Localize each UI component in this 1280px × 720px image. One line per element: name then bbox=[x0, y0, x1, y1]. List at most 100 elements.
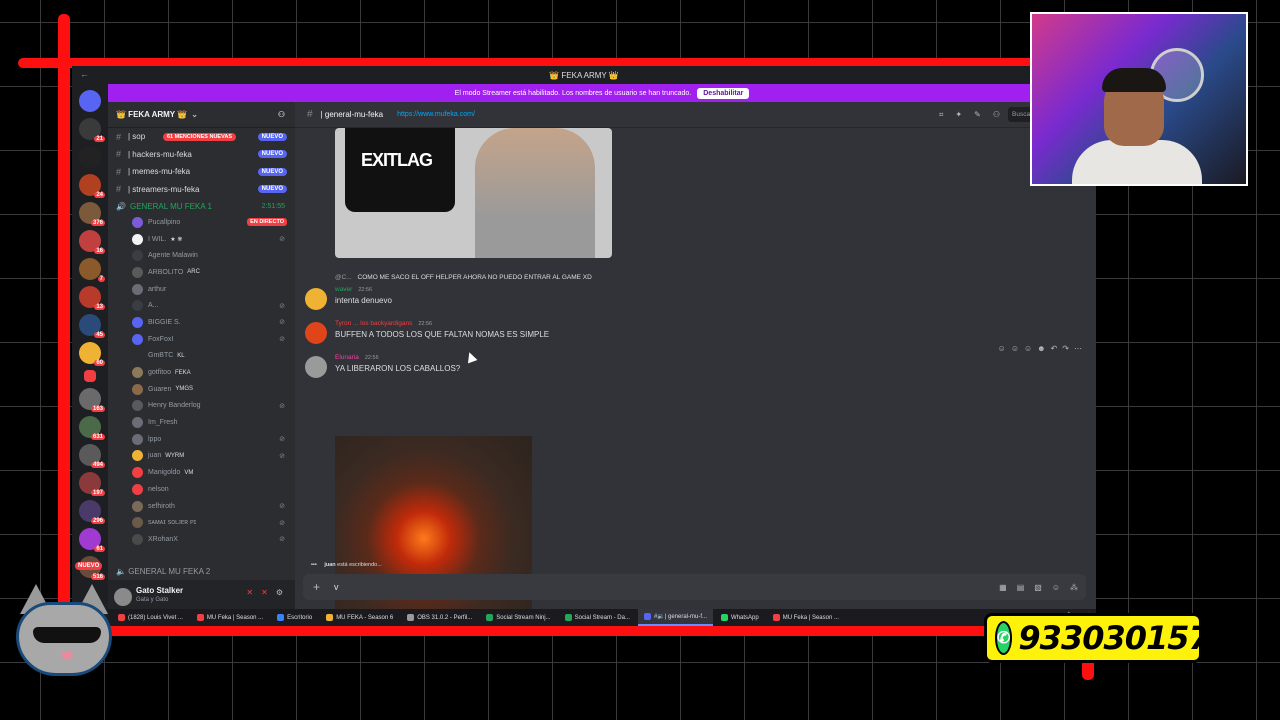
taskbar-item[interactable]: WhatsApp bbox=[715, 609, 765, 626]
reaction-icon[interactable]: ☺ bbox=[998, 344, 1006, 353]
reaction-icon[interactable]: ☺ bbox=[1011, 344, 1019, 353]
more-icon[interactable]: ⋯ bbox=[1074, 344, 1082, 353]
voice-user[interactable]: Agente Malawin bbox=[108, 247, 295, 264]
avatar bbox=[132, 316, 143, 328]
gear-icon[interactable]: ⚙ bbox=[276, 588, 283, 597]
plus-icon[interactable]: + bbox=[313, 580, 320, 594]
voice-user[interactable]: ARBOLITO ARC bbox=[108, 264, 295, 281]
add-reaction-icon[interactable]: ☻ bbox=[1037, 344, 1045, 353]
voice-user[interactable]: FoxFoxI ⊘ bbox=[108, 331, 295, 348]
apps-icon[interactable]: ⁂ bbox=[1070, 583, 1078, 592]
back-arrow-icon[interactable]: ← bbox=[80, 69, 89, 79]
gift-icon[interactable]: ▦ bbox=[999, 583, 1007, 592]
reply-icon[interactable]: ↶ bbox=[1051, 344, 1058, 353]
voice-user[interactable]: Im_Fresh bbox=[108, 414, 295, 431]
voice-user-name: nelson bbox=[148, 485, 169, 493]
notification-icon[interactable]: ✦ bbox=[955, 110, 962, 120]
reaction-icon[interactable]: ☺ bbox=[1024, 344, 1032, 353]
avatar[interactable] bbox=[305, 356, 327, 378]
server-icon[interactable]: 494 bbox=[79, 444, 105, 468]
voice-user[interactable]: nelson bbox=[108, 481, 295, 498]
voice-user[interactable]: A... ⊘ bbox=[108, 297, 295, 314]
voice-user-name: Pucallpino bbox=[148, 218, 181, 226]
avatar[interactable] bbox=[305, 288, 327, 310]
taskbar-item[interactable]: MU FEKA - Season 6 bbox=[320, 609, 399, 626]
voice-user[interactable]: gotfitoo FEKA bbox=[108, 364, 295, 381]
person-hair-shape bbox=[1102, 68, 1166, 92]
message-composer[interactable]: + v ▦ ▤ ▧ ☺ ⁂ bbox=[303, 574, 1086, 600]
forward-icon[interactable]: ↷ bbox=[1062, 344, 1069, 353]
voice-user[interactable]: arthur bbox=[108, 281, 295, 298]
emoji-icon[interactable]: ☺ bbox=[1052, 583, 1060, 592]
channel-topic-link[interactable]: https://www.mufeka.com/ bbox=[397, 111, 475, 118]
taskbar-item[interactable]: MU Feka | Season ... bbox=[191, 609, 269, 626]
guild-header[interactable]: 👑 FEKA ARMY 👑 ⌄ ⚇ bbox=[108, 102, 295, 128]
voice-user[interactable]: Pucallpino EN DIRECTO bbox=[108, 214, 295, 231]
server-icon[interactable]: 60 bbox=[79, 342, 105, 366]
voice-user[interactable]: Guaren YMGS bbox=[108, 381, 295, 398]
taskbar-item-label: Escritorio bbox=[287, 614, 313, 621]
voice-timer: 2:51:55 bbox=[261, 202, 285, 210]
voice-user[interactable]: I WIL. ★ ❋ ⊘ bbox=[108, 231, 295, 248]
message-author[interactable]: waver 22:56 bbox=[335, 286, 372, 293]
server-icon[interactable]: 16 bbox=[79, 230, 105, 254]
message-author[interactable]: Elunaria 22:56 bbox=[335, 354, 379, 361]
pin-icon[interactable]: ✎ bbox=[974, 110, 981, 120]
server-icon[interactable]: 296 bbox=[79, 500, 105, 524]
avatar bbox=[132, 533, 143, 545]
avatar[interactable] bbox=[305, 322, 327, 344]
taskbar-item[interactable]: OBS 31.0.2 - Perfil... bbox=[401, 609, 478, 626]
server-icon[interactable]: 376 bbox=[79, 202, 105, 226]
members-icon[interactable]: ⚇ bbox=[993, 110, 1000, 120]
server-icon[interactable]: 631 bbox=[79, 416, 105, 440]
reply-preview[interactable]: @C... COMO ME SACO EL OFF HELPER AHORA N… bbox=[335, 274, 592, 281]
voice-user[interactable]: lppo ⊘ bbox=[108, 431, 295, 448]
voice-user[interactable]: XRohanX ⊘ bbox=[108, 531, 295, 548]
taskbar-item[interactable]: Social Stream Ninj... bbox=[480, 609, 556, 626]
headphones-muted-icon[interactable]: ✕ bbox=[261, 588, 268, 597]
server-icon[interactable]: 61 bbox=[79, 528, 105, 552]
taskbar-item[interactable]: (1828) Louis Vivet ... bbox=[112, 609, 189, 626]
voice-user[interactable]: Henry Banderlog ⊘ bbox=[108, 398, 295, 415]
attached-image[interactable]: EXITLAG bbox=[335, 128, 612, 258]
server-icon[interactable]: 197 bbox=[79, 472, 105, 496]
channel-item[interactable]: # | hackers-mu-feka NUEVO bbox=[108, 146, 295, 164]
server-icon[interactable]: 13 bbox=[79, 286, 105, 310]
voice-user[interactable]: sefhiroth ⊘ bbox=[108, 498, 295, 515]
taskbar-item[interactable]: Social Stream - Da... bbox=[559, 609, 636, 626]
disable-streamer-button[interactable]: Deshabilitar bbox=[697, 87, 750, 99]
server-icon[interactable]: 163 bbox=[79, 388, 105, 412]
server-icon[interactable] bbox=[84, 370, 96, 382]
composer-value[interactable]: v bbox=[334, 582, 339, 592]
server-icon[interactable]: 21 bbox=[79, 118, 105, 142]
taskbar-item[interactable]: #🔉| general-mu-f... bbox=[637, 609, 714, 626]
voice-user[interactable]: Manigoldo VM bbox=[108, 464, 295, 481]
server-icon[interactable] bbox=[79, 146, 101, 168]
voice-user[interactable]: BIGGIE S. ⊘ bbox=[108, 314, 295, 331]
cat-avatar-overlay bbox=[6, 580, 116, 680]
server-icon[interactable]: 45 bbox=[79, 314, 105, 338]
voice-user[interactable]: sᴀᴍᴀɪ sᴏʟᴊᴇʀ ᴘɪ ⊘ bbox=[108, 514, 295, 531]
speaker-icon: 🔊 bbox=[116, 201, 126, 211]
channel-item[interactable]: # | streamers-mu-feka NUEVO bbox=[108, 181, 295, 199]
server-icon[interactable]: 24 bbox=[79, 174, 105, 198]
channel-item[interactable]: # | memes-mu-feka NUEVO bbox=[108, 163, 295, 181]
gif-icon[interactable]: ▤ bbox=[1017, 583, 1025, 592]
speaker-icon: 🔈 bbox=[116, 567, 129, 576]
voice-user[interactable]: GmBTC KL bbox=[108, 348, 295, 365]
mic-muted-icon[interactable]: ✕ bbox=[246, 588, 253, 597]
server-icon[interactable]: 7 bbox=[79, 258, 105, 282]
add-user-icon[interactable]: ⚇ bbox=[278, 110, 285, 119]
mentions-badge[interactable]: 61 MENCIONES NUEVAS bbox=[163, 132, 236, 141]
taskbar-item[interactable]: Escritorio bbox=[271, 609, 318, 626]
channel-item[interactable]: # | sop 61 MENCIONES NUEVAS NUEVO bbox=[108, 128, 295, 146]
threads-icon[interactable]: ⌗ bbox=[939, 110, 944, 120]
voice-user[interactable]: juan WYRM ⊘ bbox=[108, 448, 295, 465]
voice-channel-2[interactable]: 🔈 GENERAL MU FEKA 2 bbox=[116, 567, 210, 576]
avatar[interactable] bbox=[114, 588, 132, 606]
taskbar-item[interactable]: MU Feka | Season ... bbox=[767, 609, 845, 626]
message-author[interactable]: Tyron ... los backyardigans 22:56 bbox=[335, 320, 432, 327]
sticker-icon[interactable]: ▧ bbox=[1034, 583, 1042, 592]
discord-home-icon[interactable] bbox=[79, 90, 101, 112]
voice-channel[interactable]: 🔊 GENERAL MU FEKA 1 2:51:55 bbox=[108, 198, 295, 214]
